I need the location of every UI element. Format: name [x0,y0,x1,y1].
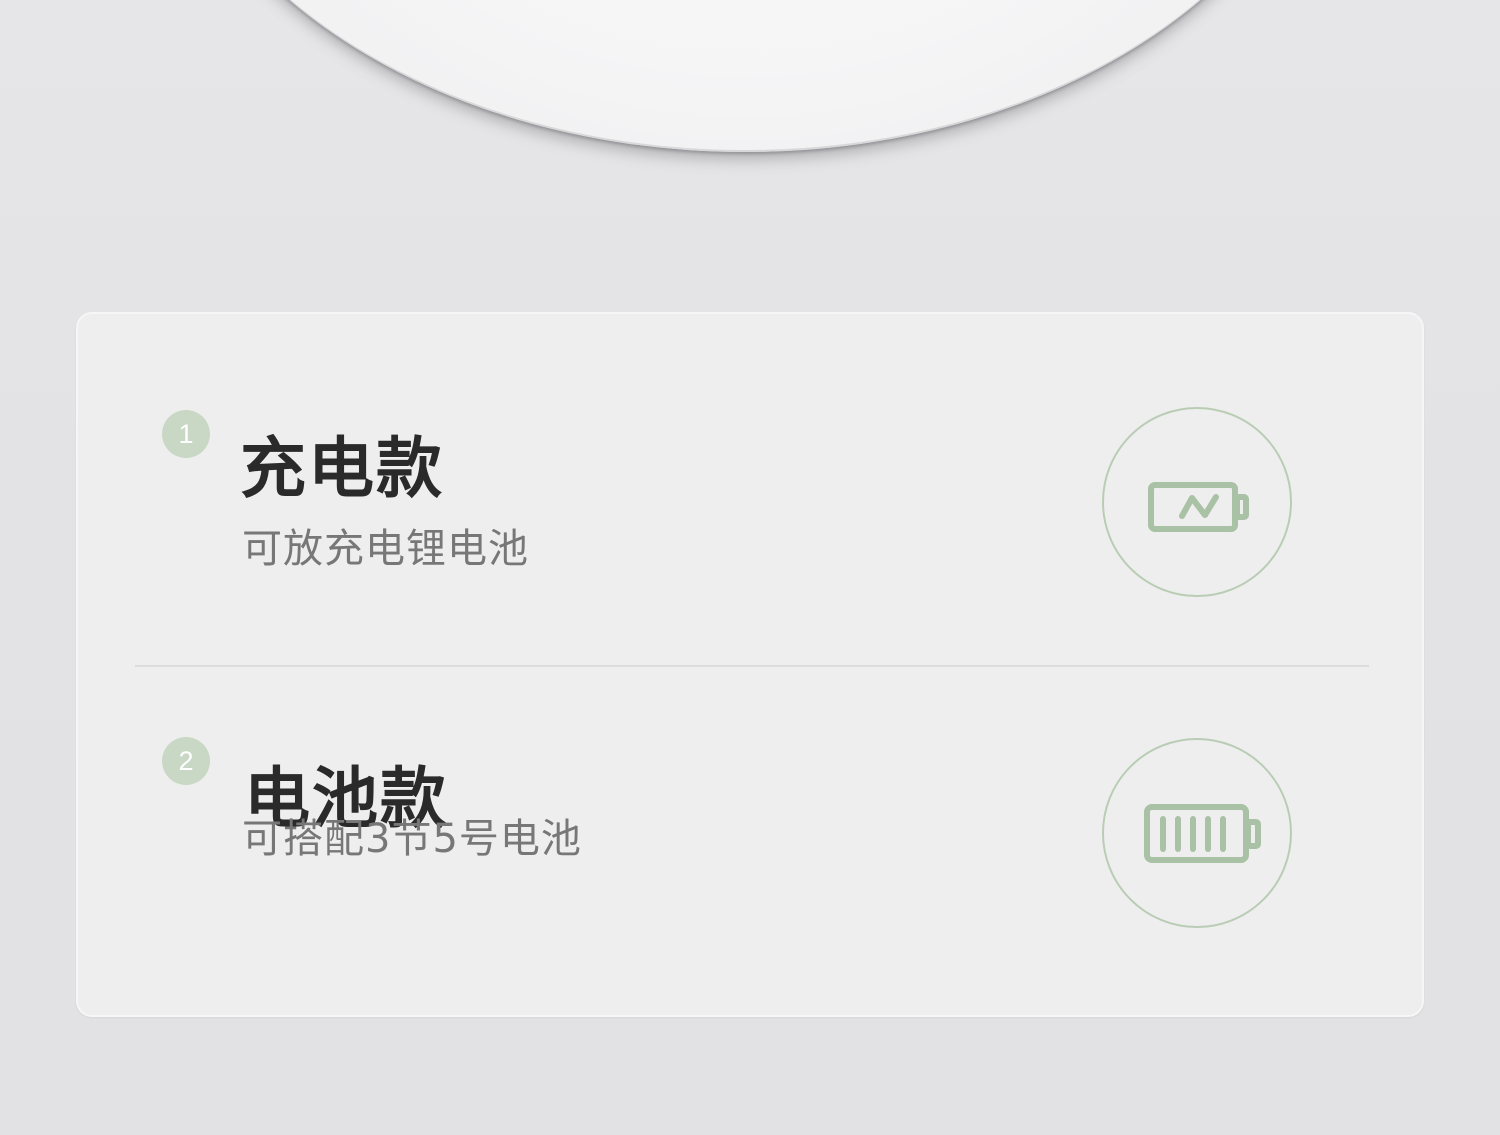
option-title: 充电款 [240,430,444,507]
option-rechargeable[interactable]: 1 充电款 可放充电锂电池 [78,314,1422,666]
option-subtitle: 可搭配3节5号电池 [242,816,582,862]
option-number-badge: 2 [162,737,210,785]
battery-options-card: 1 充电款 可放充电锂电池 2 电池款 可搭配3节5号电池 [76,312,1424,1017]
option-aa-battery[interactable]: 2 电池款 可搭配3节5号电池 [78,666,1422,1019]
product-disc-image [150,0,1340,152]
charging-battery-icon [1102,407,1292,597]
option-number-badge: 1 [162,410,210,458]
option-subtitle: 可放充电锂电池 [242,526,529,572]
full-battery-icon [1102,738,1292,928]
